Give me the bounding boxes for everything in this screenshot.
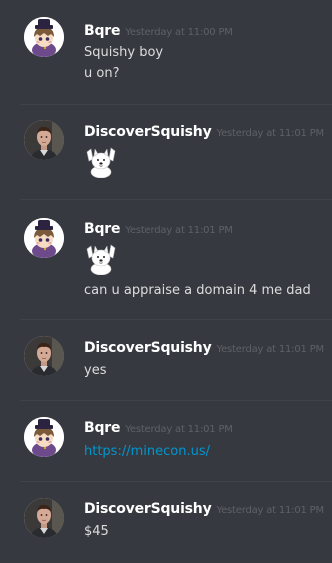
avatar-discoversquishy-icon xyxy=(24,120,64,160)
message-group: Bqre Yesterday at 11:00 PM Squishy boy u … xyxy=(0,0,332,100)
author-name[interactable]: Bqre xyxy=(84,23,120,39)
message-text: yes xyxy=(84,363,107,378)
message-group: Bqre Yesterday at 11:01 PM can u appraise… xyxy=(0,199,332,319)
message-author[interactable]: Bqre Yesterday at 11:01 PM xyxy=(84,420,233,436)
message-group: DiscoverSquishy Yesterday at 11:01 PM $45 xyxy=(0,481,332,563)
timestamp: Yesterday at 11:01 PM xyxy=(216,128,325,139)
avatar[interactable] xyxy=(24,498,64,538)
message-group: DiscoverSquishy Yesterday at 11:01 PM xyxy=(0,104,332,199)
avatar-bqre-icon xyxy=(24,17,64,57)
timestamp: Yesterday at 11:01 PM xyxy=(216,344,325,355)
timestamp: Yesterday at 11:01 PM xyxy=(125,225,233,236)
message-author[interactable]: Bqre Yesterday at 11:00 PM xyxy=(84,23,233,39)
message-group: Bqre Yesterday at 11:01 PM https://mineco… xyxy=(0,400,332,480)
message-text: $45 xyxy=(84,524,109,539)
chat-log: Bqre Yesterday at 11:00 PM Squishy boy u … xyxy=(0,0,332,563)
author-name[interactable]: DiscoverSquishy xyxy=(84,501,212,517)
dog-waving-emoji-icon xyxy=(84,146,118,178)
author-name[interactable]: DiscoverSquishy xyxy=(84,124,212,140)
avatar[interactable] xyxy=(24,17,64,57)
timestamp: Yesterday at 11:00 PM xyxy=(125,27,233,38)
message-author[interactable]: Bqre Yesterday at 11:01 PM xyxy=(84,221,233,237)
message-text: can u appraise a domain 4 me dad xyxy=(84,283,311,298)
message-text: Squishy boy xyxy=(84,45,164,60)
dog-waving-emoji-icon xyxy=(84,243,118,275)
avatar[interactable] xyxy=(24,120,64,160)
avatar-bqre-icon xyxy=(24,218,64,258)
message-link[interactable]: https://minecon.us/ xyxy=(84,444,210,459)
avatar[interactable] xyxy=(24,417,64,457)
timestamp: Yesterday at 11:01 PM xyxy=(216,505,325,516)
custom-emoji[interactable] xyxy=(84,146,118,178)
message-group: DiscoverSquishy Yesterday at 11:01 PM yes xyxy=(0,319,332,399)
message-author[interactable]: DiscoverSquishy Yesterday at 11:01 PM xyxy=(84,340,324,356)
author-name[interactable]: Bqre xyxy=(84,420,120,436)
author-name[interactable]: Bqre xyxy=(84,221,120,237)
avatar[interactable] xyxy=(24,218,64,258)
avatar-discoversquishy-icon xyxy=(24,336,64,376)
message-text: u on? xyxy=(84,66,120,81)
custom-emoji[interactable] xyxy=(84,243,118,275)
avatar-discoversquishy-icon xyxy=(24,498,64,538)
message-author[interactable]: DiscoverSquishy Yesterday at 11:01 PM xyxy=(84,124,324,140)
author-name[interactable]: DiscoverSquishy xyxy=(84,340,212,356)
message-author[interactable]: DiscoverSquishy Yesterday at 11:01 PM xyxy=(84,501,324,517)
timestamp: Yesterday at 11:01 PM xyxy=(125,424,233,435)
avatar[interactable] xyxy=(24,336,64,376)
avatar-bqre-icon xyxy=(24,417,64,457)
